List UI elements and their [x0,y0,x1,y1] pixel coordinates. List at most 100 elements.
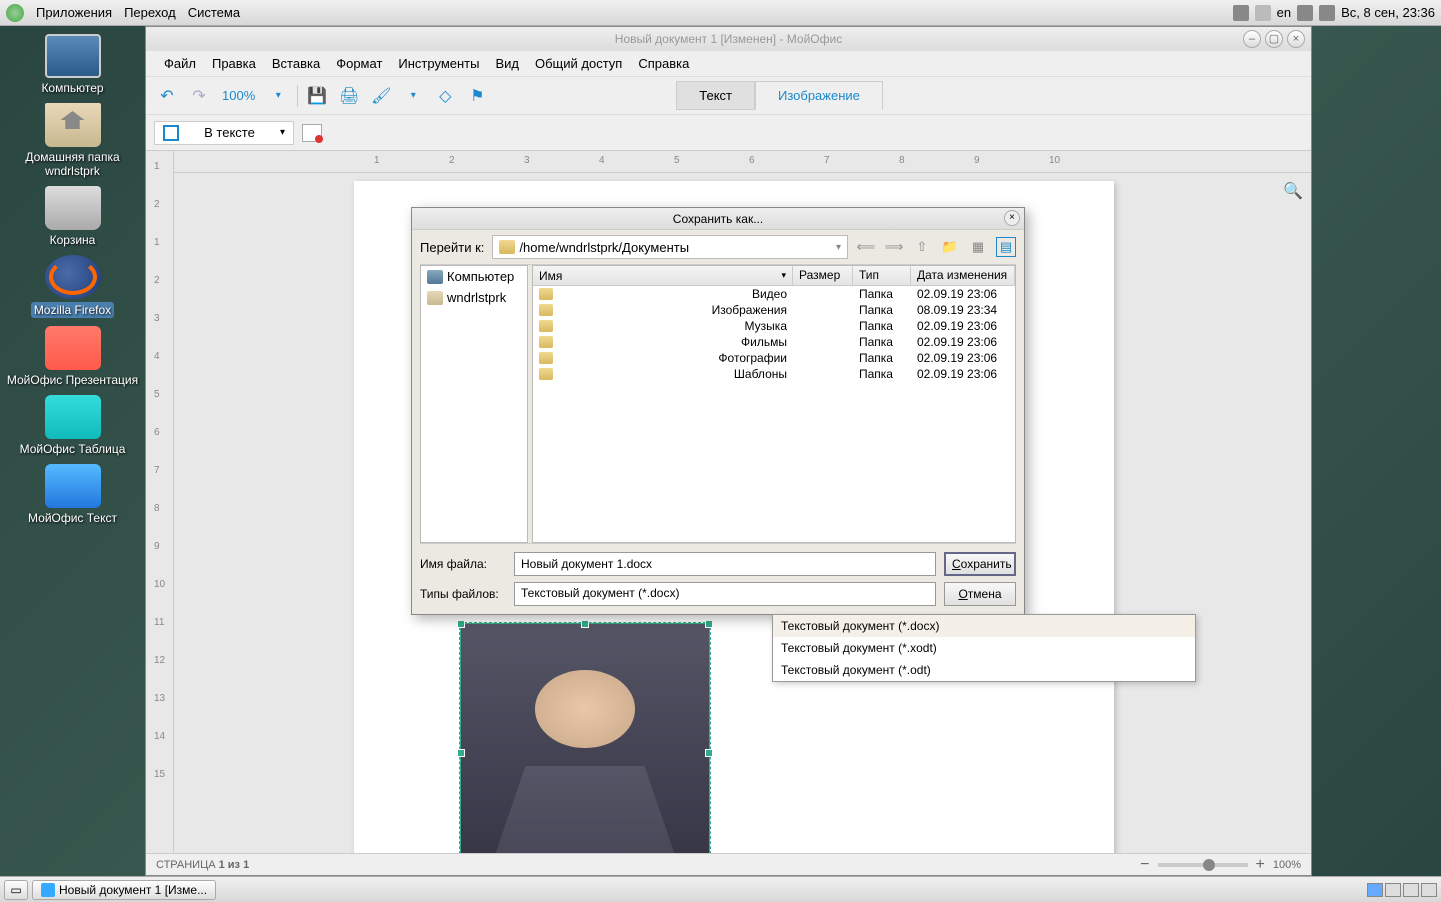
page-label: СТРАНИЦА [156,859,216,871]
file-row[interactable]: ШаблоныПапка02.09.19 23:06 [533,366,1015,382]
dropdown-icon[interactable]: ▾ [400,83,426,109]
undo-icon[interactable]: ↶ [154,83,180,109]
nav-up-icon[interactable]: ⇧ [912,237,932,257]
clock[interactable]: Вс, 8 сен, 23:36 [1341,5,1435,20]
col-size[interactable]: Размер [793,266,853,285]
tab-text[interactable]: Текст [676,81,755,110]
nav-forward-icon[interactable]: ⟹ [884,237,904,257]
show-desktop-button[interactable]: ▭ [4,880,28,900]
place-label: wndrlstprk [447,290,506,305]
lock-icon[interactable] [1255,5,1271,21]
redo-icon[interactable]: ↷ [186,83,212,109]
zoom-out-button[interactable]: − [1140,856,1149,874]
app-icon [41,883,55,897]
filetype-option[interactable]: Текстовый документ (*.docx) [773,615,1195,637]
col-name[interactable]: Имя▾ [533,266,793,285]
image-warning-icon[interactable] [302,124,322,142]
file-name: Шаблоны [734,367,787,381]
filetype-select[interactable]: Текстовый документ (*.docx) [514,582,936,606]
view-icons-icon[interactable]: ▦ [968,237,988,257]
col-type[interactable]: Тип [853,266,911,285]
filetype-label: Типы файлов: [420,587,506,601]
menu-item[interactable]: Вставка [266,53,326,74]
workspace-1[interactable] [1367,883,1383,897]
volume-icon[interactable] [1297,5,1313,21]
resize-handle[interactable] [457,749,465,757]
view-list-icon[interactable]: ▤ [996,237,1016,257]
resize-handle[interactable] [581,620,589,628]
menu-item[interactable]: Инструменты [392,53,485,74]
path-field[interactable]: /home/wndrlstprk/Документы ▾ [492,235,848,259]
file-row[interactable]: ВидеоПапка02.09.19 23:06 [533,286,1015,302]
copy-format-icon[interactable]: 🖌 [368,83,394,109]
filename-label: Имя файла: [420,557,506,571]
file-row[interactable]: ФотографииПапка02.09.19 23:06 [533,350,1015,366]
zoom-in-button[interactable]: + [1256,856,1265,874]
sidebar-place[interactable]: wndrlstprk [421,287,527,308]
menu-item[interactable]: Общий доступ [529,53,628,74]
desktop-icon[interactable]: МойОфис Презентация [0,318,145,387]
ff-icon [45,255,101,299]
tab-image[interactable]: Изображение [755,81,883,110]
workspace-4[interactable] [1421,883,1437,897]
resize-handle[interactable] [457,620,465,628]
desktop-icon[interactable]: МойОфис Таблица [0,387,145,456]
clear-format-icon[interactable]: ◇ [432,83,458,109]
tray-icon[interactable] [1233,5,1249,21]
dialog-close-button[interactable]: × [1004,210,1020,226]
bookmark-icon[interactable]: ⚑ [464,83,490,109]
zoom-slider[interactable] [1158,863,1248,867]
menu-item[interactable]: Правка [206,53,262,74]
window-titlebar[interactable]: Новый документ 1 [Изменен] - МойОфис – ▢… [146,27,1311,51]
menu-item[interactable]: Вид [489,53,525,74]
filename-input[interactable] [514,552,936,576]
distro-logo-icon[interactable] [6,4,24,22]
desktop-icon-label: МойОфис Таблица [20,442,126,456]
selected-image[interactable] [460,623,710,853]
nav-back-icon[interactable]: ⟸ [856,237,876,257]
minimize-button[interactable]: – [1243,30,1261,48]
menu-item[interactable]: Формат [330,53,388,74]
zoom-dropdown-icon[interactable]: ▾ [265,83,291,109]
filetype-option[interactable]: Текстовый документ (*.odt) [773,659,1195,681]
close-button[interactable]: × [1287,30,1305,48]
chevron-down-icon[interactable]: ▾ [836,242,841,253]
resize-handle[interactable] [705,749,713,757]
col-date[interactable]: Дата изменения [911,266,1015,285]
workspace-3[interactable] [1403,883,1419,897]
file-row[interactable]: ИзображенияПапка08.09.19 23:34 [533,302,1015,318]
desktop-icon[interactable]: МойОфис Текст [0,456,145,525]
desktop-icon[interactable]: Корзина [0,178,145,247]
print-icon[interactable]: 🖨 [336,83,362,109]
file-row[interactable]: ФильмыПапка02.09.19 23:06 [533,334,1015,350]
magnify-icon[interactable]: 🔍 [1283,181,1303,201]
dialog-titlebar[interactable]: Сохранить как... × [412,208,1024,230]
desktop-icon-label: Mozilla Firefox [31,302,114,318]
new-folder-icon[interactable]: 📁 [940,237,960,257]
sidebar-place[interactable]: Компьютер [421,266,527,287]
wrap-mode-select[interactable]: В тексте ▾ [154,121,294,145]
file-date: 02.09.19 23:06 [911,287,1015,301]
taskbar-app[interactable]: Новый документ 1 [Изме... [32,880,216,900]
resize-handle[interactable] [705,620,713,628]
keyboard-layout[interactable]: en [1277,5,1291,20]
file-row[interactable]: МузыкаПапка02.09.19 23:06 [533,318,1015,334]
menu-places[interactable]: Переход [118,5,182,20]
cancel-button[interactable]: Отмена [944,582,1016,606]
desktop-icon[interactable]: Mozilla Firefox [0,247,145,318]
place-label: Компьютер [447,269,514,284]
menu-system[interactable]: Система [182,5,246,20]
menu-item[interactable]: Файл [158,53,202,74]
desktop-icon[interactable]: Компьютер [0,26,145,95]
file-list: Имя▾ Размер Тип Дата изменения ВидеоПапк… [532,265,1016,543]
filetype-option[interactable]: Текстовый документ (*.xodt) [773,637,1195,659]
menu-applications[interactable]: Приложения [30,5,118,20]
save-button[interactable]: Сохранить [944,552,1016,576]
network-icon[interactable] [1319,5,1335,21]
menu-item[interactable]: Справка [632,53,695,74]
save-icon[interactable]: 💾 [304,83,330,109]
workspace-2[interactable] [1385,883,1401,897]
desktop-icon[interactable]: Домашняя папка wndrlstprk [0,95,145,178]
maximize-button[interactable]: ▢ [1265,30,1283,48]
zoom-value[interactable]: 100% [218,88,259,103]
